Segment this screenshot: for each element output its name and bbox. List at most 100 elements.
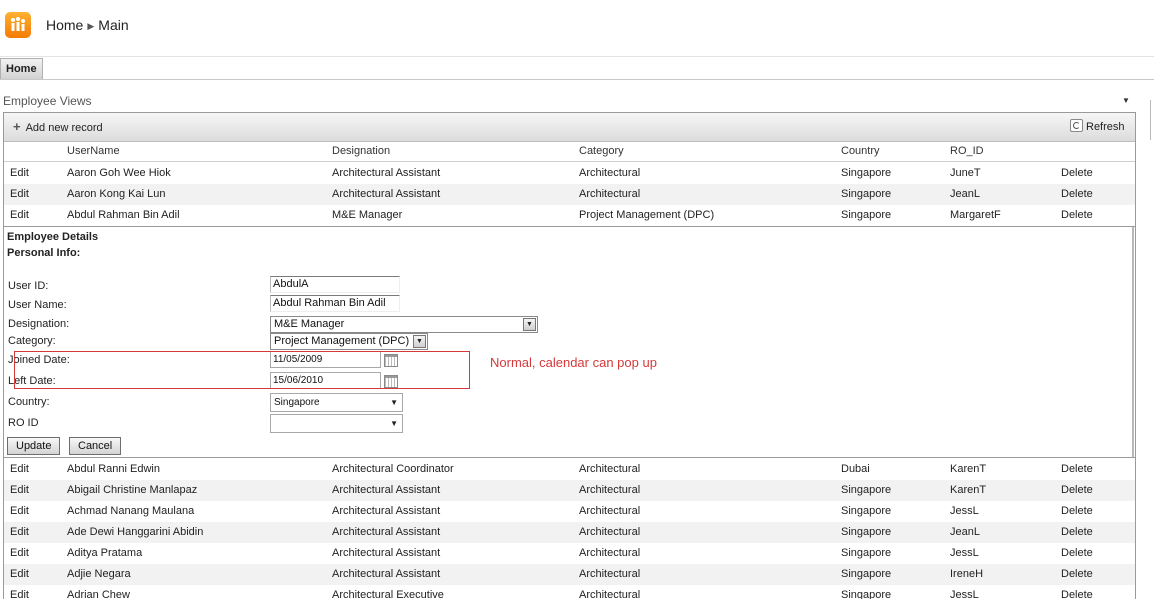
ro-id-combobox[interactable]: ▼ (270, 414, 403, 433)
user-id-label: User ID: (8, 280, 49, 292)
delete-link[interactable]: Delete (1061, 505, 1093, 517)
country-combobox[interactable]: Singapore ▼ (270, 393, 403, 412)
country-label: Country: (8, 396, 50, 408)
user-id-input[interactable]: AbdulA (270, 276, 400, 293)
ro-id-label: RO ID (8, 417, 39, 429)
edit-link[interactable]: Edit (10, 484, 29, 496)
designation-select[interactable]: M&E Manager ▼ (270, 316, 538, 333)
user-name-input[interactable]: Abdul Rahman Bin Adil (270, 295, 400, 312)
views-dropdown-icon[interactable]: ▼ (1122, 96, 1130, 105)
refresh-icon (1070, 119, 1083, 132)
edit-link[interactable]: Edit (10, 167, 29, 179)
app-logo-icon[interactable] (5, 12, 31, 38)
form-scrollbar[interactable] (1132, 227, 1134, 457)
category-label: Category: (8, 335, 56, 347)
chevron-down-icon[interactable]: ▼ (390, 394, 398, 411)
delete-link[interactable]: Delete (1061, 209, 1093, 221)
edit-link[interactable]: Edit (10, 188, 29, 200)
designation-label: Designation: (8, 318, 70, 330)
cell-category: Project Management (DPC) (579, 209, 715, 221)
cell-country: Singapore (841, 505, 892, 517)
cell-username: Aaron Goh Wee Hiok (67, 167, 171, 179)
cell-category: Architectural (579, 547, 641, 559)
cell-category: Architectural (579, 568, 641, 580)
cell-ro-id: JessL (950, 505, 979, 517)
cell-country: Singapore (841, 568, 892, 580)
chevron-down-icon[interactable]: ▼ (523, 318, 536, 331)
refresh-label: Refresh (1086, 121, 1125, 133)
chevron-down-icon[interactable]: ▼ (413, 335, 426, 348)
table-row: Edit Aditya Pratama Architectural Assist… (4, 543, 1135, 564)
cell-category: Architectural (579, 463, 641, 475)
annotation-highlight-box (14, 351, 470, 389)
cell-country: Singapore (841, 484, 892, 496)
form-section-title: Personal Info: (7, 247, 81, 259)
refresh-button[interactable]: Refresh (1070, 119, 1125, 135)
column-header-designation[interactable]: Designation (332, 145, 390, 157)
breadcrumb-main: Main (98, 17, 129, 33)
cell-username: Abdul Ranni Edwin (67, 463, 160, 475)
grid-command-bar: + Add new record Refresh (4, 113, 1135, 142)
delete-link[interactable]: Delete (1061, 463, 1093, 475)
edit-link[interactable]: Edit (10, 526, 29, 538)
cell-designation: Architectural Assistant (332, 484, 441, 496)
cell-username: Aditya Pratama (67, 547, 143, 559)
column-header-username[interactable]: UserName (67, 145, 120, 157)
edit-link[interactable]: Edit (10, 547, 29, 559)
cell-designation: Architectural Assistant (332, 568, 441, 580)
update-button[interactable]: Update (7, 437, 61, 455)
category-select[interactable]: Project Management (DPC) ▼ (270, 333, 428, 350)
breadcrumb-home[interactable]: Home (46, 17, 83, 33)
cell-country: Singapore (841, 547, 892, 559)
edit-link[interactable]: Edit (10, 568, 29, 580)
cell-country: Dubai (841, 463, 870, 475)
table-row: Edit Aaron Goh Wee Hiok Architectural As… (4, 163, 1135, 184)
country-combobox-value: Singapore (274, 397, 320, 408)
delete-link[interactable]: Delete (1061, 526, 1093, 538)
cell-ro-id: MargaretF (950, 209, 1001, 221)
edit-link[interactable]: Edit (10, 505, 29, 517)
table-row: Edit Aaron Kong Kai Lun Architectural As… (4, 184, 1135, 205)
edit-link[interactable]: Edit (10, 209, 29, 221)
cell-designation: Architectural Assistant (332, 167, 441, 179)
table-row: Edit Achmad Nanang Maulana Architectural… (4, 501, 1135, 522)
delete-link[interactable]: Delete (1061, 568, 1093, 580)
table-row: Edit Abdul Ranni Edwin Architectural Coo… (4, 459, 1135, 480)
column-header-category[interactable]: Category (579, 145, 624, 157)
tab-home[interactable]: Home (0, 58, 43, 79)
delete-link[interactable]: Delete (1061, 167, 1093, 179)
table-row: Edit Ade Dewi Hanggarini Abidin Architec… (4, 522, 1135, 543)
table-row-editing: Edit Abdul Rahman Bin Adil M&E Manager P… (4, 205, 1135, 226)
cell-designation: Architectural Assistant (332, 188, 441, 200)
cell-username: Abigail Christine Manlapaz (67, 484, 198, 496)
column-header-ro-id[interactable]: RO_ID (950, 145, 984, 157)
table-row: Edit Abigail Christine Manlapaz Architec… (4, 480, 1135, 501)
cell-ro-id: IreneH (950, 568, 984, 580)
cell-country: Singapore (841, 167, 892, 179)
add-record-button[interactable]: + Add new record (13, 120, 103, 135)
edit-link[interactable]: Edit (10, 463, 29, 475)
cell-username: Achmad Nanang Maulana (67, 505, 195, 517)
employee-edit-form: Employee Details Personal Info: User ID:… (4, 226, 1135, 458)
cell-username: Abdul Rahman Bin Adil (67, 209, 180, 221)
cancel-button[interactable]: Cancel (69, 437, 122, 455)
delete-link[interactable]: Delete (1061, 188, 1093, 200)
cell-country: Singapore (841, 526, 892, 538)
user-name-label: User Name: (8, 299, 67, 311)
cell-ro-id: JessL (950, 547, 979, 559)
column-header-country[interactable]: Country (841, 145, 880, 157)
table-row: Edit Adrian Chew Architectural Executive… (4, 585, 1135, 599)
breadcrumb-separator-icon: ▶ (87, 21, 95, 31)
delete-link[interactable]: Delete (1061, 547, 1093, 559)
delete-link[interactable]: Delete (1061, 484, 1093, 496)
grid-header-row: UserName Designation Category Country RO… (4, 142, 1135, 162)
cell-category: Architectural (579, 167, 641, 179)
cell-designation: M&E Manager (332, 209, 403, 221)
cell-username: Ade Dewi Hanggarini Abidin (67, 526, 204, 538)
tab-strip: Home (0, 57, 1154, 80)
cell-country: Singapore (841, 209, 892, 221)
breadcrumb: Home ▶ Main (46, 17, 129, 33)
cell-category: Architectural (579, 526, 641, 538)
chevron-down-icon[interactable]: ▼ (390, 415, 398, 432)
annotation-text: Normal, calendar can pop up (490, 355, 657, 370)
